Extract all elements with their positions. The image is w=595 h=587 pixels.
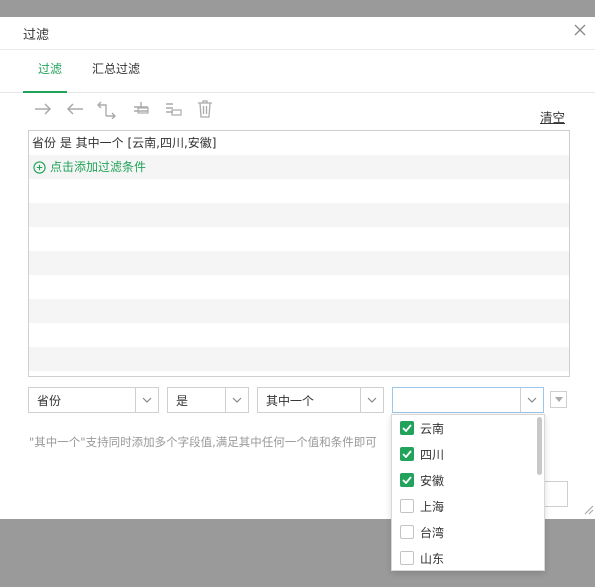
arrow-left-icon[interactable] bbox=[65, 99, 85, 119]
tab-bar: 过滤 汇总过滤 bbox=[0, 50, 595, 93]
dropdown-option[interactable]: 山东 bbox=[392, 545, 544, 570]
empty-row bbox=[29, 347, 569, 371]
active-tab-indicator bbox=[23, 91, 67, 93]
filter-list: 省份 是 其中一个 [云南,四川,安徽] 点击添加过滤条件 bbox=[28, 130, 570, 377]
dropdown-option-label: 云南 bbox=[420, 421, 445, 436]
dialog-title: 过滤 bbox=[23, 28, 50, 43]
tab-summary-filter[interactable]: 汇总过滤 bbox=[92, 60, 140, 77]
match-select-value: 其中一个 bbox=[266, 393, 315, 408]
dropdown-option[interactable]: 上海 bbox=[392, 493, 544, 519]
empty-row bbox=[29, 371, 569, 376]
plus-circle-icon bbox=[33, 160, 46, 174]
checkbox-icon[interactable] bbox=[400, 499, 414, 513]
dropdown-option[interactable]: 安徽 bbox=[392, 467, 544, 493]
checkbox-icon[interactable] bbox=[400, 551, 414, 565]
trash-icon[interactable] bbox=[195, 99, 215, 119]
empty-row bbox=[29, 251, 569, 275]
resize-handle-icon[interactable] bbox=[582, 503, 594, 515]
arrow-right-icon[interactable] bbox=[33, 99, 53, 119]
field-select[interactable]: 省份 bbox=[28, 387, 159, 413]
dropdown-option[interactable]: 台湾 bbox=[392, 519, 544, 545]
field-select-value: 省份 bbox=[37, 393, 62, 408]
add-below-icon[interactable] bbox=[163, 99, 183, 119]
chevron-down-icon[interactable] bbox=[520, 388, 543, 412]
add-condition-link[interactable]: 点击添加过滤条件 bbox=[29, 155, 569, 179]
value-dropdown: 云南四川安徽上海台湾山东 bbox=[391, 414, 545, 571]
checkbox-checked-icon[interactable] bbox=[400, 473, 414, 487]
dropdown-options: 云南四川安徽上海台湾山东 bbox=[392, 415, 544, 570]
more-options-button[interactable] bbox=[550, 391, 567, 408]
checkbox-checked-icon[interactable] bbox=[400, 421, 414, 435]
hint-text: "其中一个"支持同时添加多个字段值,满足其中任何一个值和条件即可 bbox=[29, 435, 377, 449]
chevron-down-icon[interactable] bbox=[135, 388, 158, 412]
dialog-header: 过滤 bbox=[0, 17, 595, 50]
tab-filter[interactable]: 过滤 bbox=[38, 60, 62, 77]
match-select[interactable]: 其中一个 bbox=[257, 387, 384, 413]
dropdown-scrollbar[interactable] bbox=[537, 417, 542, 475]
dropdown-option-label: 四川 bbox=[420, 447, 445, 462]
empty-row bbox=[29, 323, 569, 347]
dropdown-option[interactable]: 云南 bbox=[392, 415, 544, 441]
dropdown-option[interactable]: 四川 bbox=[392, 441, 544, 467]
dropdown-option-label: 安徽 bbox=[420, 473, 445, 488]
dropdown-option-label: 山东 bbox=[420, 551, 445, 566]
triangle-down-icon bbox=[554, 397, 563, 402]
indent-icon[interactable] bbox=[97, 99, 117, 119]
operator-select[interactable]: 是 bbox=[167, 387, 249, 413]
filter-condition-row[interactable]: 省份 是 其中一个 [云南,四川,安徽] bbox=[29, 131, 569, 155]
empty-row bbox=[29, 203, 569, 227]
empty-row bbox=[29, 275, 569, 299]
empty-row bbox=[29, 299, 569, 323]
chevron-down-icon[interactable] bbox=[360, 388, 383, 412]
empty-row bbox=[29, 179, 569, 203]
chevron-down-icon[interactable] bbox=[225, 388, 248, 412]
checkbox-checked-icon[interactable] bbox=[400, 447, 414, 461]
operator-select-value: 是 bbox=[176, 393, 189, 408]
clear-link[interactable]: 清空 bbox=[540, 107, 565, 126]
value-select[interactable] bbox=[392, 387, 544, 413]
add-above-icon[interactable] bbox=[131, 99, 151, 119]
dropdown-option-label: 台湾 bbox=[420, 525, 445, 540]
dropdown-option-label: 上海 bbox=[420, 499, 445, 514]
checkbox-icon[interactable] bbox=[400, 525, 414, 539]
close-icon[interactable] bbox=[573, 23, 587, 37]
add-condition-label: 点击添加过滤条件 bbox=[50, 160, 147, 174]
empty-row bbox=[29, 227, 569, 251]
